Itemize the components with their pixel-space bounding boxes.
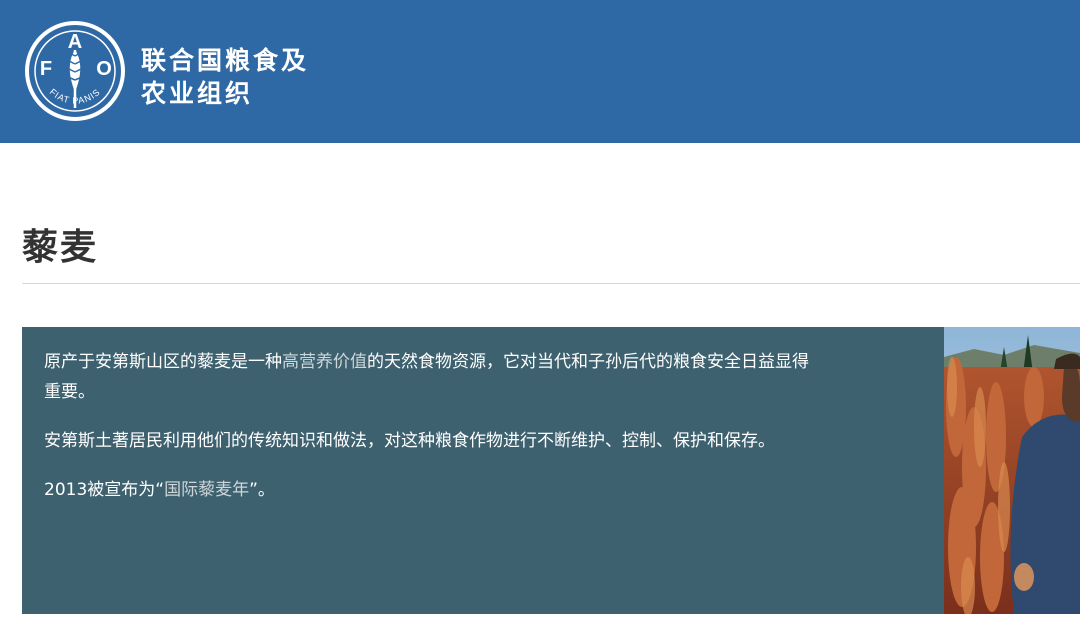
org-name-line1: 联合国粮食及 xyxy=(141,46,310,75)
intro-paragraph-1: 原产于安第斯山区的藜麦是一种高营养价值的天然食物资源，它对当代和子孙后代的粮食安… xyxy=(44,347,814,407)
org-name-line2: 农业组织 xyxy=(141,79,254,108)
logo-letter-a: A xyxy=(68,31,82,53)
p3-text-before: 2013被宣布为“ xyxy=(44,480,165,500)
quinoa-field-photo xyxy=(944,327,1080,614)
logo-letter-o: O xyxy=(96,58,112,80)
title-divider xyxy=(22,283,1080,284)
intro-text: 原产于安第斯山区的藜麦是一种高营养价值的天然食物资源，它对当代和子孙后代的粮食安… xyxy=(44,347,814,524)
international-quinoa-year-link[interactable]: 国际藜麦年 xyxy=(164,480,249,500)
fao-logo-icon[interactable]: F A O FIAT PANIS xyxy=(24,20,126,122)
page-title: 藜麦 xyxy=(22,227,99,268)
p3-text-after: ”。 xyxy=(249,480,275,500)
organization-name[interactable]: 联合国粮食及 农业组织 xyxy=(141,44,309,110)
logo-letter-f: F xyxy=(40,58,52,80)
nutrition-value-link[interactable]: 高营养价值 xyxy=(282,352,367,372)
site-header: F A O FIAT PANIS 联合国粮食及 农业组织 xyxy=(0,0,1080,143)
intro-panel: 原产于安第斯山区的藜麦是一种高营养价值的天然食物资源，它对当代和子孙后代的粮食安… xyxy=(22,327,944,614)
intro-paragraph-2: 安第斯土著居民利用他们的传统知识和做法，对这种粮食作物进行不断维护、控制、保护和… xyxy=(44,431,775,451)
p1-text-before: 原产于安第斯山区的藜麦是一种 xyxy=(44,352,282,372)
intro-paragraph-3: 2013被宣布为“国际藜麦年”。 xyxy=(44,475,814,505)
